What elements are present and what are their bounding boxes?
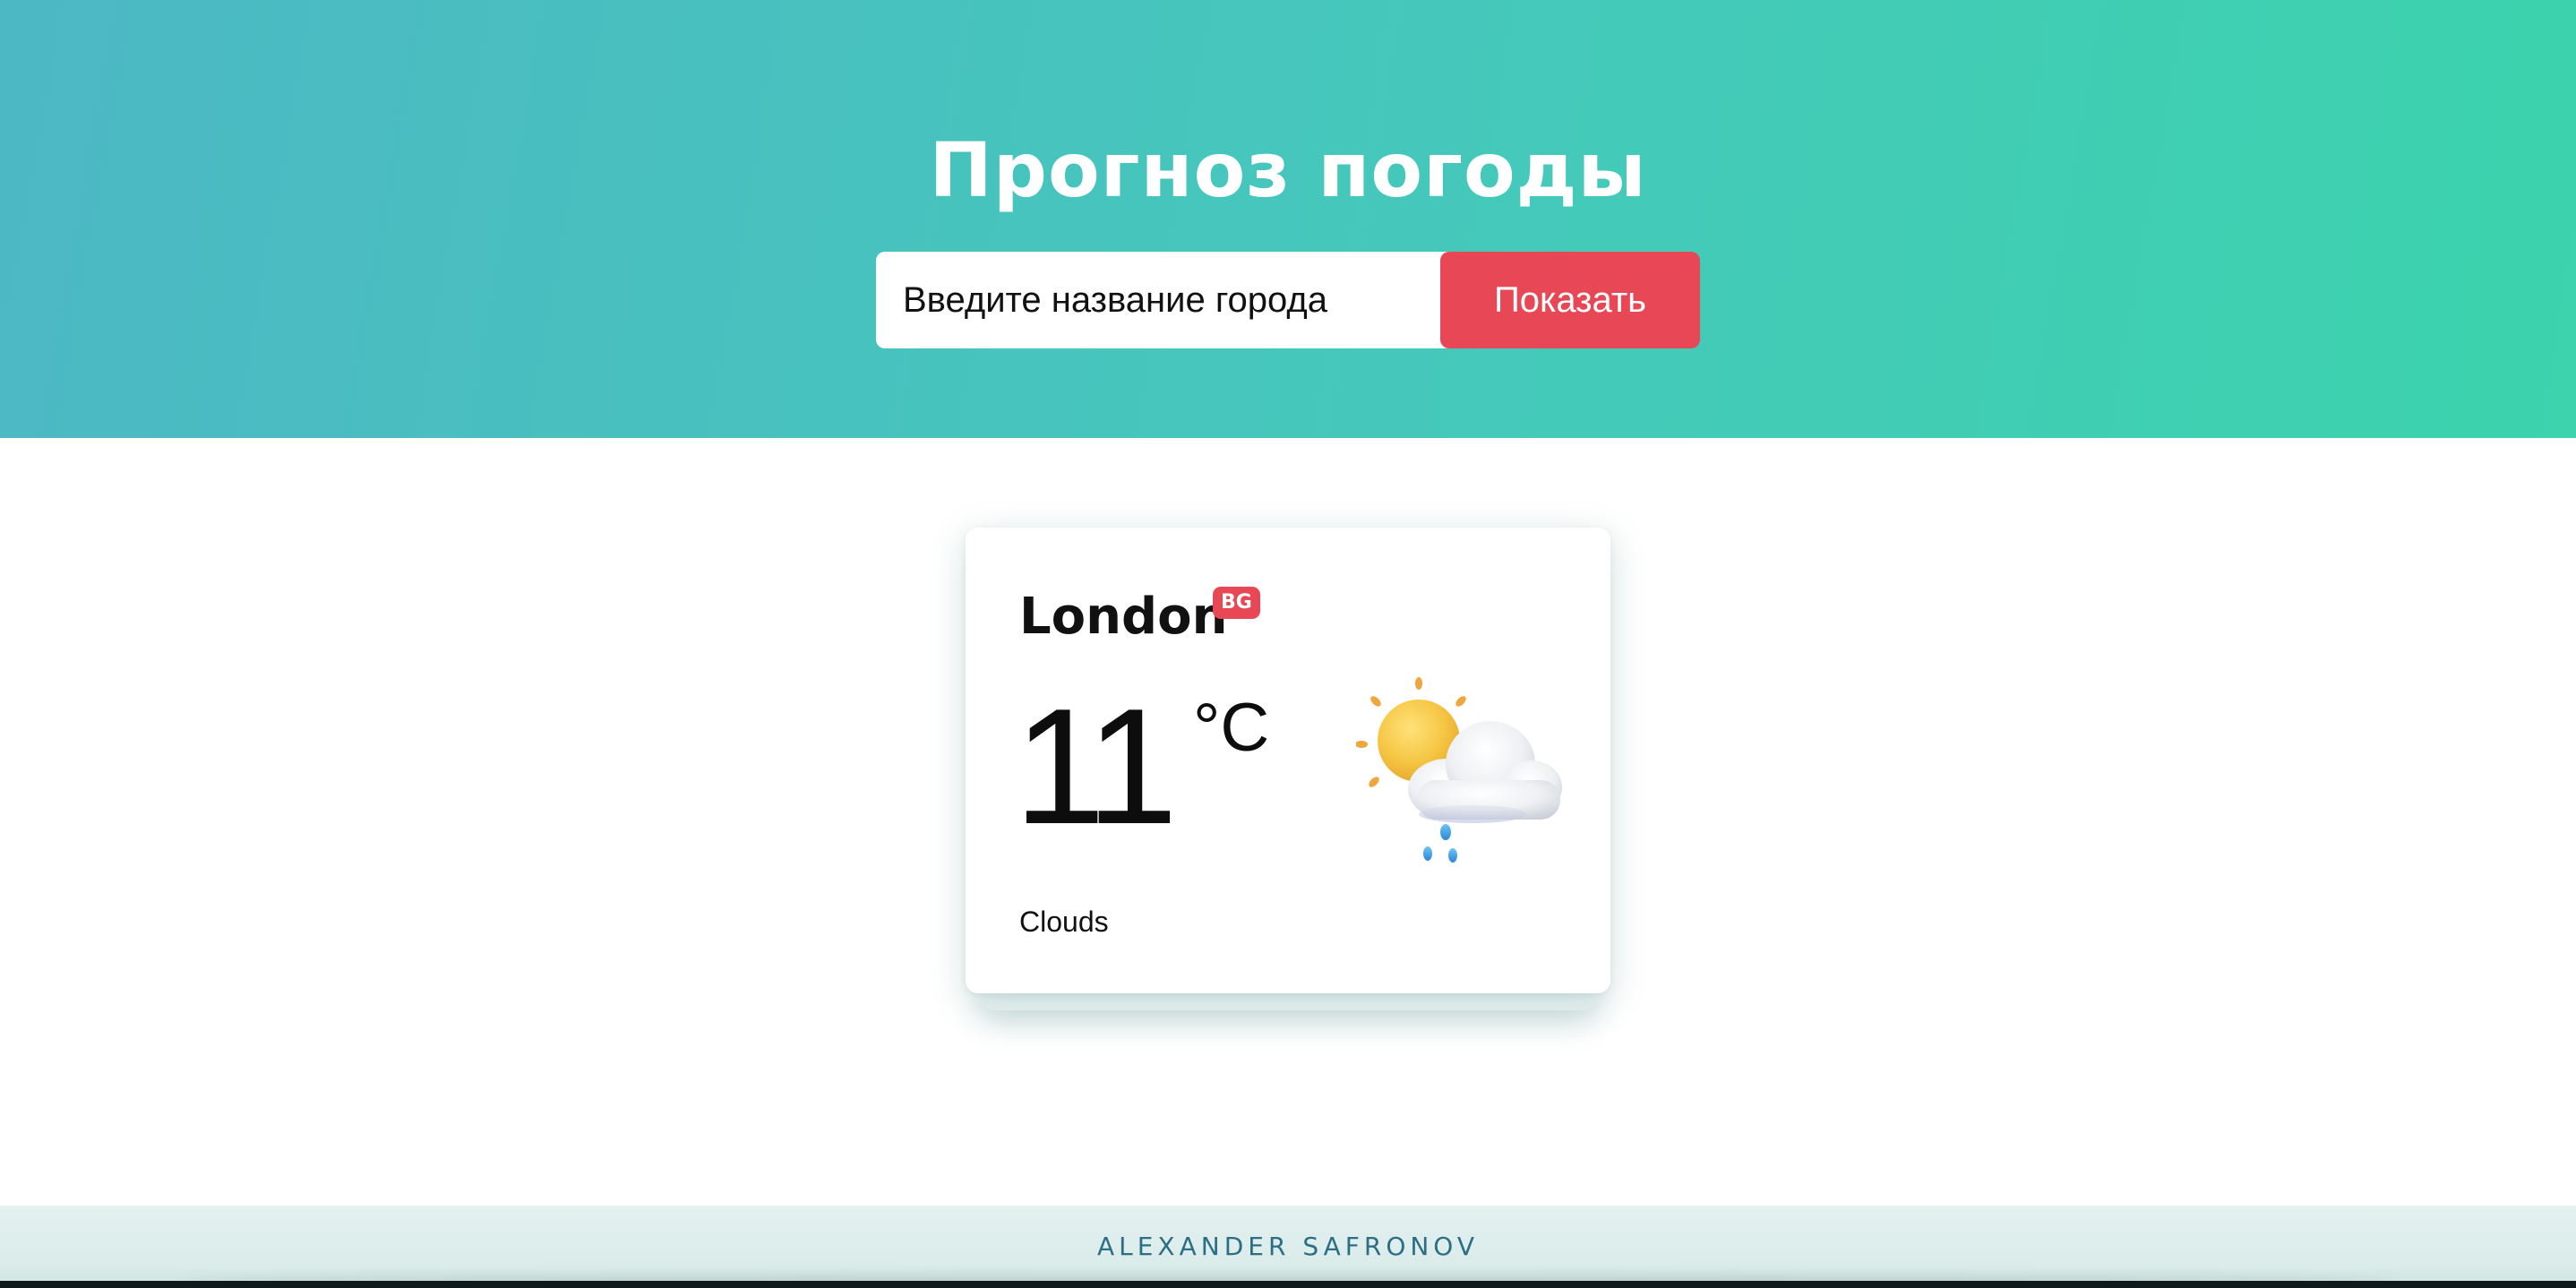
city-name: London (1019, 588, 1228, 646)
country-badge: BG (1213, 587, 1260, 619)
temperature-value: 11 (1014, 674, 1178, 858)
weather-description: Clouds (1019, 906, 1109, 938)
page-title: Прогноз погоды (929, 126, 1647, 214)
city-search-input[interactable] (876, 252, 1467, 348)
sun-behind-rain-cloud-icon (1355, 674, 1562, 872)
page: Прогноз погоды Показать London BG 11 °C (0, 0, 2576, 1288)
temperature-unit: °C (1193, 690, 1270, 766)
window-bottom-edge (0, 1281, 2576, 1288)
search-form: Показать (876, 252, 1700, 348)
footer: ALEXANDER SAFRONOV (0, 1206, 2576, 1288)
header: Прогноз погоды Показать (0, 0, 2576, 438)
weather-card: London BG 11 °C Clouds (966, 528, 1610, 993)
footer-author: ALEXANDER SAFRONOV (1096, 1232, 1480, 1261)
show-button[interactable]: Показать (1440, 252, 1700, 348)
